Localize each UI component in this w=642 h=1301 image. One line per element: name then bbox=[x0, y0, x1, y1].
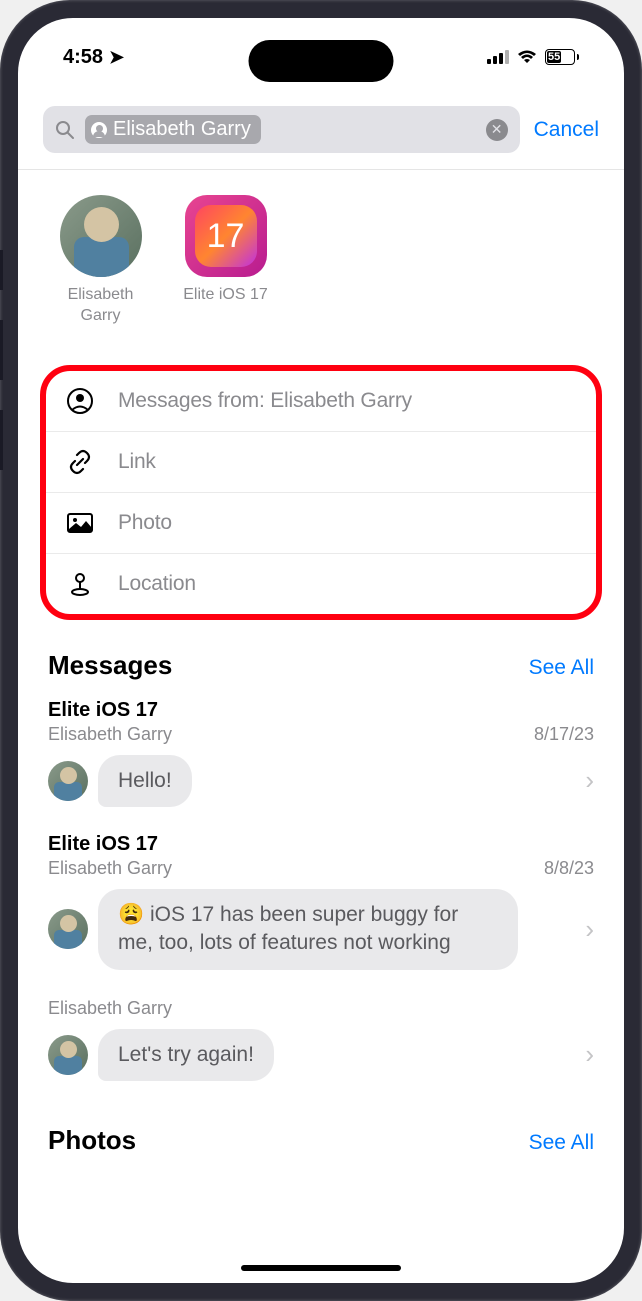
search-token[interactable]: Elisabeth Garry bbox=[85, 115, 261, 144]
message-date: 8/17/23 bbox=[534, 724, 594, 745]
search-icon bbox=[55, 120, 75, 140]
group-elite-ios-17[interactable]: 17 Elite iOS 17 bbox=[178, 195, 273, 327]
filter-label: Link bbox=[118, 450, 156, 474]
clear-search-button[interactable]: ✕ bbox=[486, 119, 508, 141]
filter-options-highlighted: Messages from: Elisabeth Garry Link Phot… bbox=[40, 365, 602, 620]
search-field[interactable]: Elisabeth Garry ✕ bbox=[43, 106, 520, 153]
status-icons: 55 bbox=[487, 49, 579, 65]
thread-name: Elite iOS 17 bbox=[48, 833, 594, 856]
message-bubble: Hello! bbox=[98, 755, 192, 807]
dynamic-island bbox=[249, 40, 394, 82]
filter-link[interactable]: Link bbox=[46, 432, 596, 493]
content-area: Elisabeth Garry 17 Elite iOS 17 Messages… bbox=[18, 169, 624, 1168]
clock-text: 4:58 bbox=[63, 46, 103, 69]
message-result[interactable]: Elite iOS 17 Elisabeth Garry 8/17/23 Hel… bbox=[18, 693, 624, 827]
phone-frame: 4:58 ➤ 55 Elisabeth Garry ✕ bbox=[0, 0, 642, 1301]
status-time: 4:58 ➤ bbox=[63, 46, 124, 69]
sender-name: Elisabeth Garry bbox=[48, 858, 172, 879]
filter-messages-from[interactable]: Messages from: Elisabeth Garry bbox=[46, 371, 596, 432]
filter-location[interactable]: Location bbox=[46, 554, 596, 614]
photos-section-header: Photos See All bbox=[18, 1101, 624, 1168]
chevron-right-icon: › bbox=[585, 765, 594, 796]
filter-label: Messages from: Elisabeth Garry bbox=[118, 389, 412, 413]
wifi-icon bbox=[517, 50, 537, 65]
message-result[interactable]: Elite iOS 17 Elisabeth Garry 8/8/23 😩 iO… bbox=[18, 827, 624, 990]
group-name-label: Elite iOS 17 bbox=[178, 285, 273, 306]
cancel-button[interactable]: Cancel bbox=[534, 118, 599, 142]
location-pin-icon bbox=[66, 570, 94, 598]
avatar bbox=[48, 1035, 88, 1075]
home-indicator[interactable] bbox=[241, 1265, 401, 1271]
message-bubble: 😩 iOS 17 has been super buggy for me, to… bbox=[98, 889, 518, 970]
chevron-right-icon: › bbox=[585, 914, 594, 945]
battery-level: 55 bbox=[547, 51, 561, 63]
chevron-right-icon: › bbox=[585, 1039, 594, 1070]
photo-icon bbox=[66, 509, 94, 537]
see-all-button[interactable]: See All bbox=[529, 1131, 594, 1155]
message-result[interactable]: Elisabeth Garry Let's try again! › bbox=[18, 990, 624, 1101]
ios17-icon: 17 bbox=[195, 205, 257, 267]
message-date: 8/8/23 bbox=[544, 858, 594, 879]
phone-hardware-buttons bbox=[0, 250, 3, 500]
person-elisabeth-garry[interactable]: Elisabeth Garry bbox=[53, 195, 148, 327]
message-bubble: Let's try again! bbox=[98, 1029, 274, 1081]
avatar bbox=[48, 761, 88, 801]
cell-signal-icon bbox=[487, 50, 509, 64]
avatar bbox=[60, 195, 142, 277]
thread-name: Elite iOS 17 bbox=[48, 699, 594, 722]
filter-label: Location bbox=[118, 572, 196, 596]
screen: 4:58 ➤ 55 Elisabeth Garry ✕ bbox=[18, 18, 624, 1283]
see-all-button[interactable]: See All bbox=[529, 656, 594, 680]
person-circle-icon bbox=[91, 122, 107, 138]
section-title: Photos bbox=[48, 1125, 136, 1156]
filter-label: Photo bbox=[118, 511, 172, 535]
link-icon bbox=[66, 448, 94, 476]
messages-section-header: Messages See All bbox=[18, 620, 624, 693]
location-arrow-icon: ➤ bbox=[109, 47, 124, 68]
section-title: Messages bbox=[48, 650, 172, 681]
search-bar: Elisabeth Garry ✕ Cancel bbox=[18, 78, 624, 169]
avatar bbox=[48, 909, 88, 949]
battery-icon: 55 bbox=[545, 49, 579, 65]
search-token-text: Elisabeth Garry bbox=[113, 118, 251, 141]
sender-name: Elisabeth Garry bbox=[48, 724, 172, 745]
person-name-label: Elisabeth Garry bbox=[53, 285, 148, 327]
filter-photo[interactable]: Photo bbox=[46, 493, 596, 554]
sender-name: Elisabeth Garry bbox=[48, 998, 172, 1019]
person-icon bbox=[66, 387, 94, 415]
people-suggestions: Elisabeth Garry 17 Elite iOS 17 bbox=[18, 170, 624, 347]
group-avatar: 17 bbox=[185, 195, 267, 277]
